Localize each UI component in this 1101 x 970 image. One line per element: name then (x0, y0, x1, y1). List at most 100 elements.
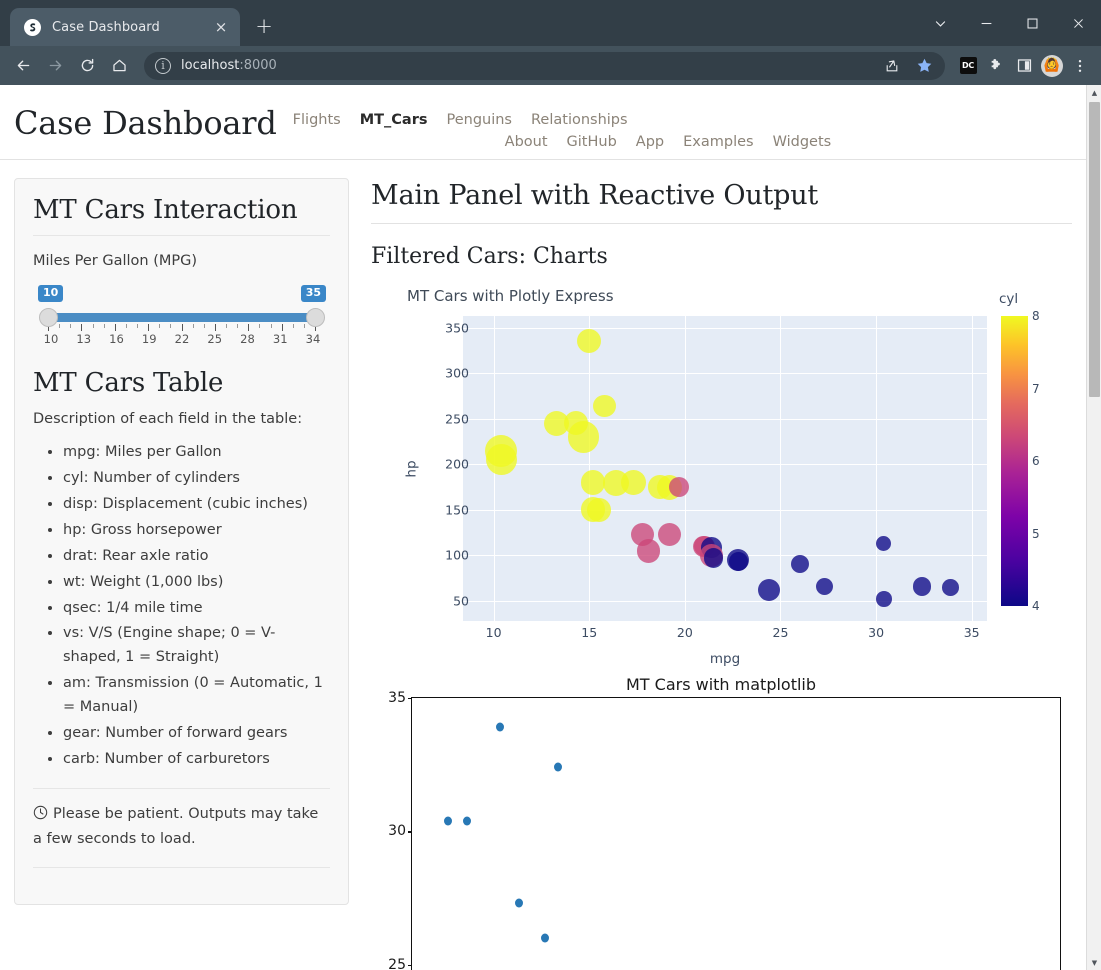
matplotlib-data-point (554, 762, 563, 772)
slider-tick (281, 324, 283, 331)
dc-badge-label: DC (959, 57, 977, 74)
plotly-data-point[interactable] (580, 470, 606, 496)
plotly-data-point[interactable] (912, 577, 932, 596)
plotly-data-point[interactable] (593, 394, 616, 418)
slider-value-min: 10 (38, 285, 64, 302)
nav-item-penguins[interactable]: Penguins (446, 112, 512, 128)
colorbar-title: cyl (999, 291, 1019, 307)
plotly-data-point[interactable] (815, 577, 833, 595)
new-tab-button[interactable]: + (250, 12, 278, 40)
browser-tab[interactable]: Case Dashboard × (10, 8, 240, 46)
slider-handle-min[interactable] (39, 308, 58, 327)
dc-extension-icon[interactable]: DC (955, 53, 981, 79)
list-item: am: Transmission (0 = Automatic, 1 = Man… (63, 672, 330, 720)
nav-item-mt-cars[interactable]: MT_Cars (360, 112, 428, 128)
page-content: Case Dashboard Flights MT_Cars Penguins … (0, 85, 1086, 970)
plotly-y-tick-label: 300 (445, 365, 469, 381)
nav-item-github[interactable]: GitHub (567, 134, 617, 150)
matplotlib-y-tick-mark (407, 964, 412, 966)
back-button[interactable] (8, 51, 38, 81)
main-heading: Main Panel with Reactive Output (371, 180, 1072, 224)
plotly-data-point[interactable] (703, 548, 724, 568)
slider-tick (125, 324, 127, 328)
matplotlib-plot-area: 25 30 35 (388, 690, 1061, 970)
matplotlib-chart-title: MT Cars with matplotlib (625, 675, 817, 694)
slider-tick (226, 324, 227, 328)
slider-tick (248, 324, 250, 331)
nav-item-app[interactable]: App (636, 134, 664, 150)
bookmark-star-icon[interactable] (911, 53, 937, 79)
plotly-data-point[interactable] (942, 578, 959, 596)
slider-label: Miles Per Gallon (MPG) (33, 253, 198, 269)
plotly-gridline (971, 316, 973, 621)
colorbar-tick-label: 5 (1032, 526, 1040, 541)
slider-tick (303, 324, 305, 328)
sidebar-panel: MT Cars Interaction Miles Per Gallon (MP… (14, 178, 349, 905)
minimize-window-button[interactable] (963, 0, 1009, 46)
matplotlib-y-tick-label: 35 (388, 690, 406, 706)
list-item: drat: Rear axle ratio (63, 545, 330, 569)
site-info-icon[interactable]: i (155, 57, 171, 74)
avatar[interactable]: 🙆 (1039, 53, 1065, 79)
nav-item-examples[interactable]: Examples (683, 134, 753, 150)
colorbar-tick-label: 6 (1032, 454, 1040, 468)
plotly-data-point[interactable] (875, 591, 892, 608)
plotly-data-point[interactable] (729, 552, 748, 572)
plotly-data-point[interactable] (876, 535, 892, 552)
nav-item-about[interactable]: About (505, 134, 548, 150)
slider-tick (192, 324, 194, 328)
scroll-down-arrow-icon[interactable]: ▼ (1087, 955, 1101, 970)
plotly-data-point[interactable] (657, 522, 682, 547)
matplotlib-data-point (541, 933, 550, 943)
page-scrollbar[interactable]: ▲ ▼ (1086, 85, 1101, 970)
home-button[interactable] (104, 51, 134, 81)
plotly-data-point[interactable] (790, 554, 809, 573)
slider-tick-label: 19 (141, 332, 157, 346)
plotly-data-point[interactable] (586, 498, 611, 522)
list-item: disp: Displacement (cubic inches) (63, 493, 330, 517)
plotly-x-tick-label: 15 (581, 625, 598, 640)
browser-window: Case Dashboard × + i localhost:8000 DC 🙆… (0, 0, 1101, 970)
forward-button[interactable] (40, 51, 70, 81)
plotly-data-point[interactable] (577, 329, 602, 354)
mpg-range-slider[interactable]: 10 35 10 13 16 19 22 25 28 31 34 (38, 285, 326, 350)
slider-tick (181, 324, 183, 331)
maximize-window-button[interactable] (1009, 0, 1055, 46)
plotly-data-point[interactable] (757, 578, 781, 602)
slider-tick (159, 324, 161, 328)
plotly-data-point[interactable] (636, 539, 661, 563)
slider-tick-labels: 10 13 16 19 22 25 28 31 34 (39, 332, 325, 346)
close-window-button[interactable] (1055, 0, 1101, 46)
plotly-data-point[interactable] (620, 470, 646, 495)
plotly-scatter-chart[interactable]: 50 100 150 200 250 300 350 10 15 20 25 30 35 hp mpg… (381, 291, 1081, 667)
reload-button[interactable] (72, 51, 102, 81)
plotly-gridline (463, 327, 987, 329)
nav-item-relationships[interactable]: Relationships (531, 112, 628, 128)
field-description-list: mpg: Miles per Galloncyl: Number of cyli… (33, 441, 330, 772)
nav-item-widgets[interactable]: Widgets (773, 134, 832, 150)
close-tab-icon[interactable]: × (212, 18, 230, 36)
matplotlib-data-point (443, 816, 452, 826)
extensions-puzzle-icon[interactable] (983, 53, 1009, 79)
patience-note-text: Please be patient. Outputs may take a fe… (33, 805, 319, 848)
slider-tick-label: 28 (240, 332, 255, 346)
omnibox-actions (879, 53, 937, 79)
chevron-down-icon[interactable] (917, 0, 963, 46)
list-item: gear: Number of forward gears (63, 722, 330, 746)
colorbar-gradient (1001, 316, 1028, 606)
scrollbar-thumb[interactable] (1089, 102, 1100, 397)
split-view-icon[interactable] (1011, 53, 1037, 79)
share-icon[interactable] (879, 53, 905, 79)
plotly-gridline (463, 555, 987, 557)
address-bar[interactable]: i localhost:8000 (144, 51, 945, 80)
matplotlib-data-point (515, 898, 524, 908)
plotly-data-point[interactable] (567, 421, 600, 453)
nav-item-flights[interactable]: Flights (293, 112, 341, 128)
url-port: :8000 (239, 58, 277, 73)
browser-menu-icon[interactable] (1067, 53, 1093, 79)
slider-handle-max[interactable] (306, 308, 325, 327)
scroll-up-arrow-icon[interactable]: ▲ (1087, 85, 1101, 100)
plotly-x-tick-label: 35 (963, 625, 980, 640)
plotly-data-point[interactable] (485, 434, 518, 467)
plotly-data-point[interactable] (668, 476, 690, 498)
